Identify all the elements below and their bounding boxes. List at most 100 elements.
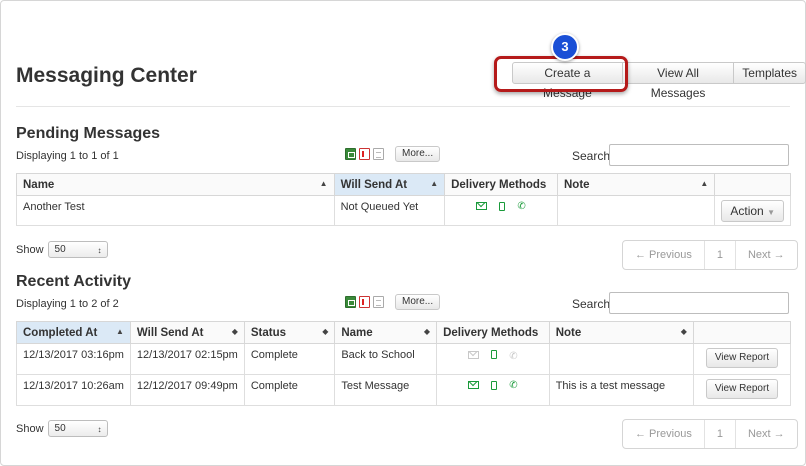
- view-report-button[interactable]: View Report: [705, 379, 779, 399]
- page-size-select[interactable]: 50 ↕: [47, 420, 108, 437]
- column-header-actions: [692, 321, 792, 344]
- cell-completed-at: 12/13/2017 03:16pm: [16, 343, 131, 375]
- recent-export-tools: More...: [345, 294, 441, 310]
- email-icon: [468, 381, 480, 389]
- cell-note: This is a test message: [548, 374, 694, 406]
- previous-page-button[interactable]: ← Previous: [623, 241, 704, 269]
- pending-export-tools: More...: [345, 146, 441, 162]
- sort-icon: ◆: [680, 327, 687, 336]
- sort-icon: ◆: [423, 327, 431, 336]
- page-title: Messaging Center: [16, 64, 197, 87]
- pending-section-title: Pending Messages: [16, 125, 161, 142]
- column-header-note[interactable]: Note ▲: [556, 173, 716, 196]
- phone-icon: ✆: [517, 201, 526, 212]
- cell-will-send-at: 12/12/2017 09:49pm: [129, 374, 245, 406]
- previous-page-button[interactable]: ← Previous: [623, 420, 704, 448]
- pdf-icon[interactable]: [359, 296, 370, 308]
- templates-button[interactable]: Templates: [733, 62, 806, 84]
- sort-icon: ▲︎: [319, 179, 328, 188]
- pending-search-label: Search: [572, 149, 611, 163]
- email-icon: [468, 351, 480, 359]
- sort-icon: ▲: [700, 179, 709, 188]
- cell-completed-at: 12/13/2017 10:26am: [16, 374, 131, 406]
- view-all-messages-button[interactable]: View All Messages: [621, 62, 735, 100]
- cell-status: Complete: [243, 343, 336, 375]
- pending-more-button[interactable]: More...: [395, 146, 441, 162]
- pending-displaying-count: Displaying 1 to 1 of 1: [16, 150, 119, 162]
- pending-table: Name ▲︎ Will Send At ▲ Delivery Methods No…: [16, 173, 791, 226]
- caret-down-icon: ▼: [767, 208, 775, 217]
- pending-search-input[interactable]: [609, 144, 789, 166]
- header-button-group: Create a Message View All Messages Templ…: [512, 62, 806, 100]
- header-divider: [16, 106, 790, 107]
- cell-will-send-at: 12/13/2017 02:15pm: [129, 343, 245, 375]
- sms-icon: [499, 202, 506, 211]
- pending-pagination: ← Previous 1 Next →: [622, 240, 798, 270]
- action-dropdown-button[interactable]: Action ▼: [721, 200, 784, 222]
- create-message-button[interactable]: Create a Message: [512, 62, 623, 100]
- cell-action: Action ▼: [714, 195, 791, 226]
- recent-displaying-count: Displaying 1 to 2 of 2: [16, 298, 119, 310]
- current-page[interactable]: 1: [703, 420, 735, 448]
- sms-icon: [491, 350, 498, 359]
- column-header-note[interactable]: Note ◆: [548, 321, 694, 344]
- pending-page-size: Show 50 ↕: [16, 241, 108, 258]
- cell-name: Another Test: [16, 195, 335, 226]
- pdf-icon[interactable]: [359, 148, 370, 160]
- cell-status: Complete: [243, 374, 336, 406]
- recent-search-label: Search: [572, 297, 611, 311]
- sort-icon: ▲: [116, 327, 124, 336]
- column-header-actions: [714, 173, 791, 196]
- view-report-button[interactable]: View Report: [705, 348, 779, 368]
- caret-updown-icon: ↕: [97, 425, 102, 434]
- email-icon: [476, 202, 488, 210]
- table-row: 12/13/2017 10:26am 12/12/2017 09:49pm Co…: [16, 374, 792, 406]
- step-badge: 3: [551, 33, 579, 61]
- cell-delivery-methods: ✆: [444, 195, 558, 226]
- doc-icon[interactable]: [373, 296, 384, 308]
- table-header-row: Name ▲︎ Will Send At ▲ Delivery Methods No…: [16, 173, 791, 196]
- cell-delivery-methods: ✆: [436, 343, 550, 375]
- phone-icon: ✆: [509, 380, 518, 391]
- sort-icon: ◆: [322, 327, 329, 336]
- column-header-name[interactable]: Name ▲︎: [16, 173, 335, 196]
- next-page-button[interactable]: Next →: [734, 241, 797, 269]
- caret-updown-icon: ↕: [97, 246, 102, 255]
- column-header-status[interactable]: Status ◆: [243, 321, 336, 344]
- sort-icon: ▲: [430, 179, 439, 188]
- recent-table: Completed At ▲ Will Send At ◆ Status ◆ Name…: [16, 321, 792, 406]
- cell-delivery-methods: ✆: [436, 374, 550, 406]
- excel-icon[interactable]: [345, 296, 356, 308]
- column-header-delivery-methods: Delivery Methods: [436, 321, 550, 344]
- table-row: 12/13/2017 03:16pm 12/13/2017 02:15pm Co…: [16, 343, 792, 375]
- column-header-will-send-at[interactable]: Will Send At ◆: [129, 321, 245, 344]
- recent-page-size: Show 50 ↕: [16, 420, 108, 437]
- recent-search-input[interactable]: [609, 292, 789, 314]
- next-page-button[interactable]: Next →: [734, 420, 797, 448]
- cell-name: Test Message: [334, 374, 438, 406]
- column-header-delivery-methods: Delivery Methods: [444, 173, 558, 196]
- phone-icon: ✆: [509, 351, 518, 362]
- column-header-name[interactable]: Name ◆: [334, 321, 438, 344]
- cell-note: [556, 195, 716, 226]
- column-header-completed-at[interactable]: Completed At ▲: [16, 321, 131, 344]
- recent-pagination: ← Previous 1 Next →: [622, 419, 798, 449]
- show-label: Show: [16, 243, 44, 256]
- page-size-select[interactable]: 50 ↕: [47, 241, 108, 258]
- recent-more-button[interactable]: More...: [395, 294, 441, 310]
- column-header-will-send-at[interactable]: Will Send At ▲: [333, 173, 446, 196]
- current-page[interactable]: 1: [703, 241, 735, 269]
- cell-action: View Report: [692, 374, 792, 406]
- excel-icon[interactable]: [345, 148, 356, 160]
- cell-action: View Report: [692, 343, 792, 375]
- show-label: Show: [16, 422, 44, 435]
- cell-note: [548, 343, 694, 375]
- table-header-row: Completed At ▲ Will Send At ◆ Status ◆ Name…: [16, 321, 792, 344]
- cell-will-send-at: Not Queued Yet: [333, 195, 446, 226]
- recent-section-title: Recent Activity: [16, 273, 131, 290]
- cell-name: Back to School: [334, 343, 438, 375]
- sms-icon: [491, 381, 498, 390]
- table-row: Another Test Not Queued Yet ✆ Action ▼: [16, 195, 791, 226]
- sort-icon: ◆: [231, 327, 238, 336]
- doc-icon[interactable]: [373, 148, 384, 160]
